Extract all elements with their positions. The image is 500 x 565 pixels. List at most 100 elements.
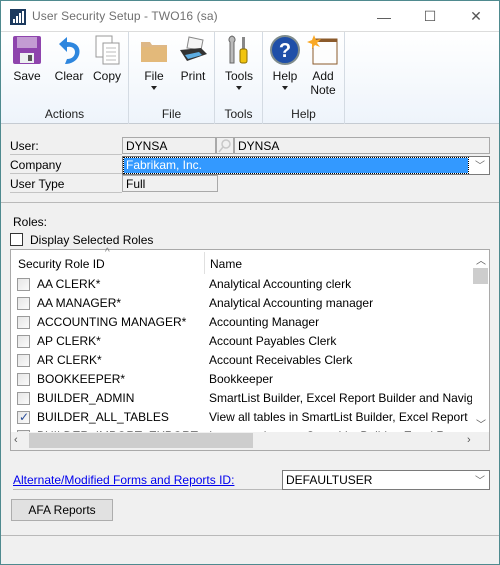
minimize-icon: — [377,8,391,25]
window-title: User Security Setup - TWO16 (sa) [32,9,218,23]
role-id: ACCOUNTING MANAGER* [37,315,187,329]
role-checkbox[interactable] [17,354,30,367]
display-selected-roles-checkbox[interactable] [10,233,23,246]
table-row[interactable]: BOOKKEEPER* Bookkeeper [11,370,473,389]
close-button[interactable]: ✕ [453,1,499,32]
tools-menu-button[interactable]: Tools [221,34,257,90]
undo-icon [53,34,85,66]
role-checkbox[interactable] [17,408,30,427]
ribbon-group-tools: Tools Tools [215,32,263,124]
save-icon [11,34,43,66]
role-checkbox[interactable] [17,316,30,329]
copy-label: Copy [92,69,121,83]
divider [1,535,499,536]
table-row[interactable]: AA CLERK* Analytical Accounting clerk [11,275,473,294]
save-label: Save [13,69,41,83]
add-note-label-line2: Note [310,83,336,97]
horizontal-scrollbar[interactable]: ‹ › [11,432,489,450]
vertical-scroll-thumb[interactable] [473,268,488,284]
minimize-button[interactable]: — [361,1,407,32]
roles-grid: Security Role ID ^ Name AA CLERK* Analyti… [10,247,490,451]
scroll-down-icon[interactable]: ﹀ [476,416,486,431]
role-checkbox[interactable] [17,278,30,291]
help-menu-button[interactable]: ? Help [267,34,303,90]
alternate-forms-value: DEFAULTUSER [286,473,373,487]
print-label: Print [180,69,206,83]
ribbon-toolbar: Save Clear Copy Actions File Print File … [1,32,499,124]
role-name: Analytical Accounting manager [209,296,374,310]
help-icon: ? [269,34,301,66]
table-row[interactable]: AA MANAGER* Analytical Accounting manager [11,294,473,313]
role-id: BUILDER_ALL_TABLES [37,410,169,424]
role-name: Analytical Accounting clerk [209,277,352,291]
lookup-button[interactable] [216,137,234,154]
role-checkbox[interactable] [17,373,30,386]
chevron-down-icon [282,86,288,90]
group-label-tools: Tools [224,107,253,121]
role-checkbox[interactable] [17,392,30,405]
table-row[interactable]: BUILDER_ADMIN SmartList Builder, Excel Re… [11,389,473,408]
tools-icon [223,34,255,66]
company-label: Company [10,157,122,174]
table-row[interactable]: AP CLERK* Account Payables Clerk [11,332,473,351]
role-name: SmartList Builder, Excel Report Builder … [209,391,473,405]
role-name: View all tables in SmartList Builder, Ex… [209,410,468,424]
add-note-button[interactable]: Add Note [305,34,341,97]
maximize-button[interactable]: ☐ [407,1,453,32]
copy-button[interactable]: Copy [89,34,125,83]
role-name: Bookkeeper [209,372,274,386]
afa-reports-button[interactable]: AFA Reports [11,499,113,521]
ribbon-group-help: ? Help Add Note Help [263,32,345,124]
role-checkbox[interactable] [17,335,30,348]
file-menu-button[interactable]: File [137,34,171,90]
user-type-field: Full [122,175,218,192]
add-note-icon [307,34,339,66]
company-selected-value: Fabrikam, Inc. [123,157,469,174]
table-row[interactable]: BUILDER_ALL_TABLES View all tables in Sma… [11,408,473,427]
print-button[interactable]: Print [175,34,211,83]
column-header-name[interactable]: Name [210,257,242,271]
svg-text:?: ? [279,40,291,62]
scroll-right-icon[interactable]: › [467,434,471,446]
user-name-field: DYNSA [234,137,490,154]
user-security-setup-window: User Security Setup - TWO16 (sa) — ☐ ✕ S… [0,0,500,565]
save-button[interactable]: Save [9,34,45,83]
role-id: BOOKKEEPER* [37,372,126,386]
chevron-down-icon: ﹀ [475,476,485,487]
copy-icon [91,34,123,66]
group-label-file: File [161,107,182,121]
group-label-help: Help [291,107,316,121]
divider [13,489,283,490]
table-row[interactable]: AR CLERK* Account Receivables Clerk [11,351,473,370]
display-selected-roles-label: Display Selected Roles [30,233,154,247]
divider [1,202,499,203]
column-header-security-role-id[interactable]: Security Role ID [18,257,105,271]
company-dropdown[interactable]: Fabrikam, Inc. ﹀ [122,156,490,175]
add-note-label: Add [312,69,334,83]
alternate-forms-link[interactable]: Alternate/Modified Forms and Reports ID: [13,473,234,487]
app-logo-icon [10,9,26,25]
ribbon-group-file: File Print File [129,32,215,124]
role-checkbox[interactable] [17,297,30,310]
printer-icon [177,34,209,66]
alternate-forms-dropdown[interactable]: DEFAULTUSER ﹀ [282,470,490,490]
vertical-scrollbar[interactable]: ︿ ﹀ [472,250,489,432]
group-label-actions: Actions [44,107,85,121]
table-row[interactable]: ACCOUNTING MANAGER* Accounting Manager [11,313,473,332]
close-icon: ✕ [470,8,482,24]
grid-header: Security Role ID ^ Name [11,247,473,275]
user-id-field[interactable]: DYNSA [122,137,216,154]
role-id: BUILDER_ADMIN [37,391,135,405]
folder-icon [138,34,170,66]
scroll-left-icon[interactable]: ‹ [14,434,18,446]
roles-label: Roles: [13,215,48,229]
role-name: Account Payables Clerk [209,334,337,348]
clear-button[interactable]: Clear [51,34,87,83]
horizontal-scroll-thumb[interactable] [29,433,253,448]
column-divider[interactable] [204,252,205,274]
clear-label: Clear [54,69,84,83]
chevron-down-icon: ﹀ [475,161,485,172]
user-type-label: User Type [10,176,122,193]
role-id: AR CLERK* [37,353,102,367]
scroll-up-icon[interactable]: ︿ [476,252,486,267]
